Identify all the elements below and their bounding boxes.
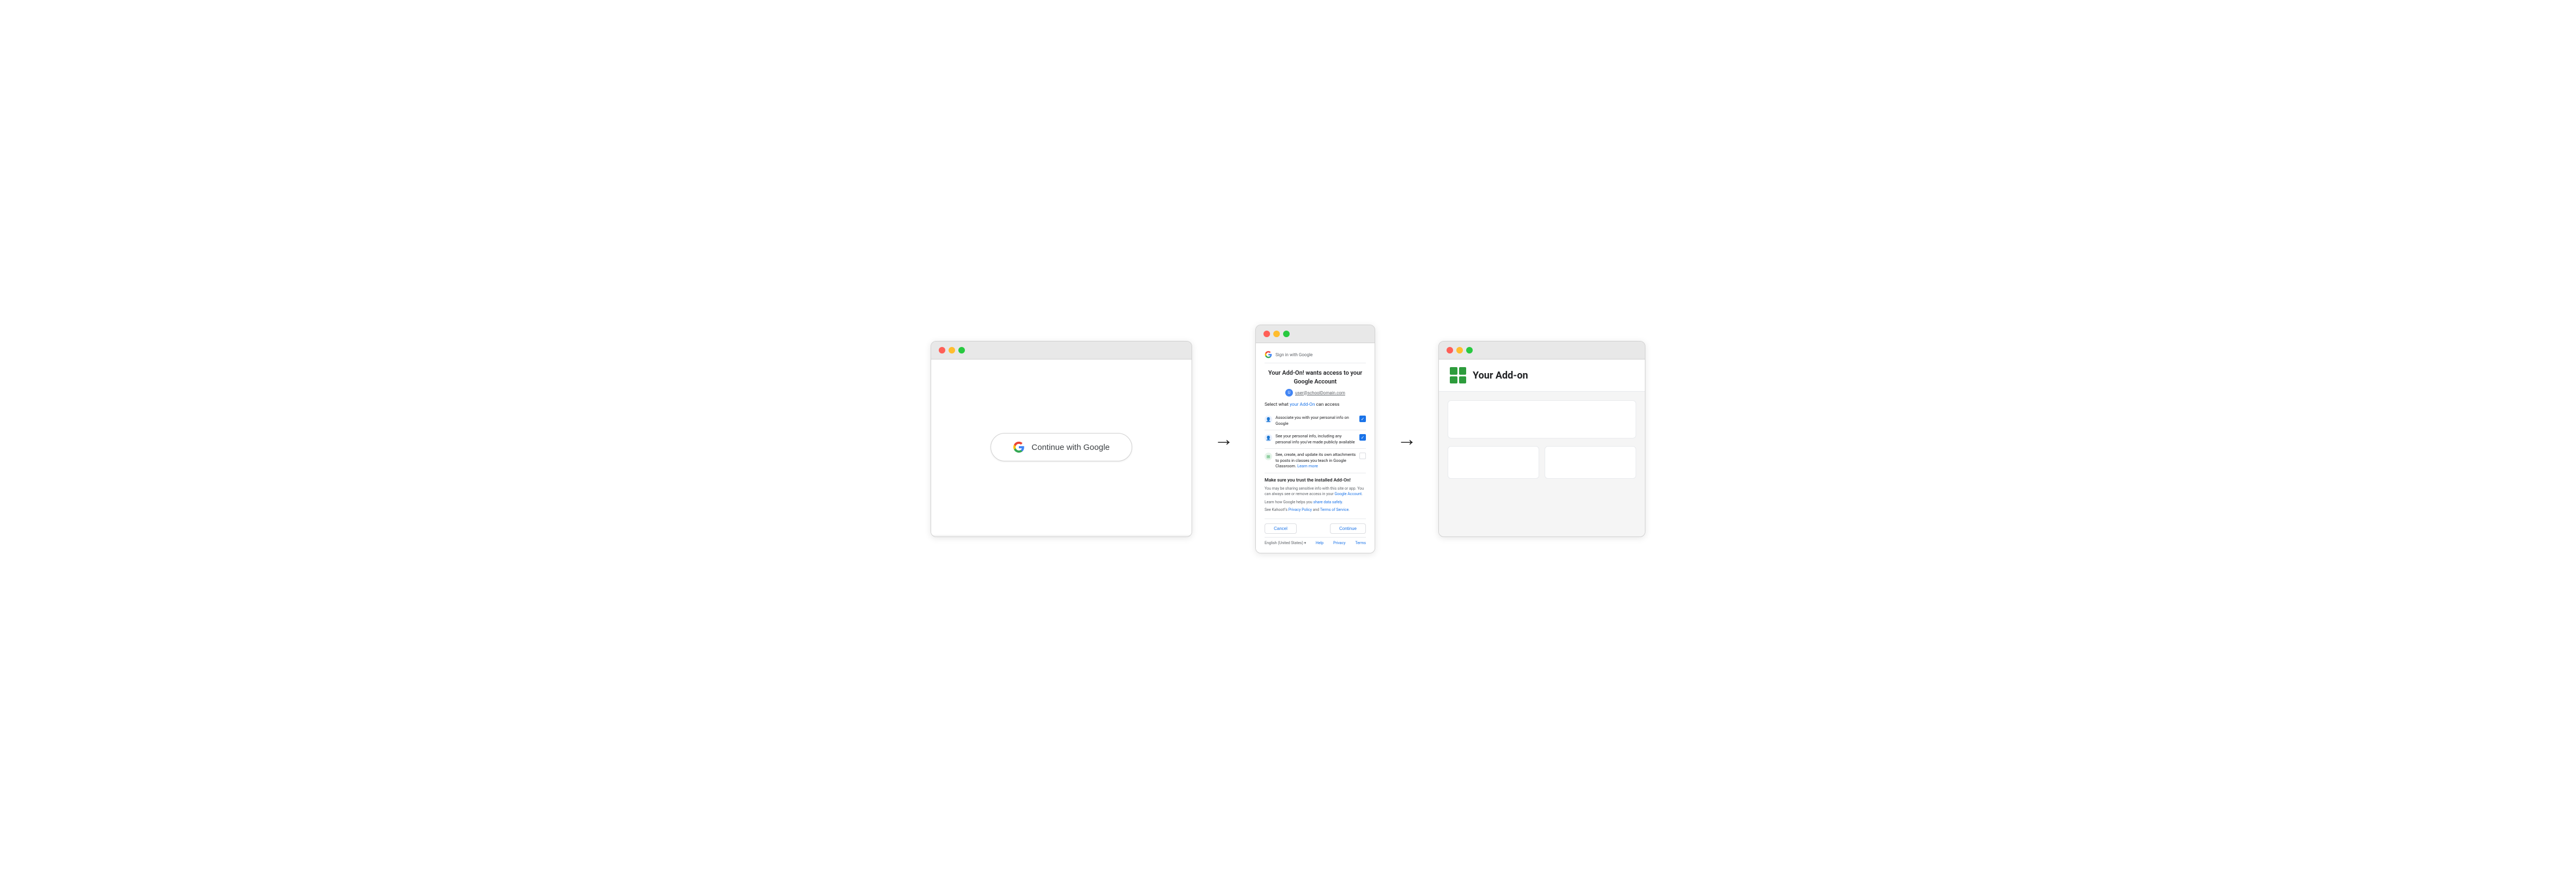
addon-cards-row <box>1448 446 1636 479</box>
permission-2-icon: 👤 <box>1265 434 1272 442</box>
permission-2-checkbox[interactable]: ✓ <box>1359 434 1366 441</box>
maximize-button-1[interactable] <box>958 347 965 353</box>
oauth-title: Your Add-On! wants access to your Google… <box>1265 369 1366 386</box>
permission-1-left: 👤 Associate you with your personal info … <box>1265 415 1356 426</box>
oauth-content: Sign in with Google Your Add-On! wants a… <box>1256 343 1375 552</box>
continue-with-google-button[interactable]: Continue with Google <box>991 433 1132 461</box>
arrow-2: → <box>1397 429 1417 449</box>
permission-3-text: See, create, and update its own attachme… <box>1275 452 1356 470</box>
browser-window-addon: Your Add-on <box>1438 341 1645 537</box>
oauth-footer-privacy[interactable]: Privacy <box>1333 541 1346 545</box>
oauth-trust-text-2: Learn how Google helps you share data sa… <box>1265 499 1366 505</box>
flow-container: Continue with Google → Sign <box>907 325 1669 553</box>
browser-window-oauth: Sign in with Google Your Add-On! wants a… <box>1255 325 1375 553</box>
addon-logo-cell-4 <box>1459 376 1467 384</box>
addon-body <box>1439 392 1645 487</box>
oauth-dialog: Sign in with Google Your Add-On! wants a… <box>1256 343 1375 552</box>
arrow-1: → <box>1214 429 1234 449</box>
oauth-actions: Cancel Continue <box>1265 519 1366 537</box>
addon-title: Your Add-on <box>1473 370 1528 381</box>
close-button-2[interactable] <box>1263 331 1270 337</box>
oauth-footer-language[interactable]: English (United States) ▾ <box>1265 541 1306 545</box>
addon-content: Your Add-on <box>1439 359 1645 535</box>
addon-logo-cell-1 <box>1450 367 1457 375</box>
minimize-button-3[interactable] <box>1456 347 1463 353</box>
addon-main-card <box>1448 400 1636 438</box>
signin-button-label: Continue with Google <box>1031 443 1109 452</box>
oauth-dialog-header: Sign in with Google <box>1265 351 1366 363</box>
user-avatar: U <box>1285 389 1293 397</box>
permission-1-text: Associate you with your personal info on… <box>1275 415 1356 426</box>
oauth-trust-text-1: You may be sharing sensitive info with t… <box>1265 486 1366 497</box>
addon-card-sm-2 <box>1545 446 1636 479</box>
browser-titlebar-1 <box>931 342 1192 359</box>
oauth-email-badge: U user@schoolDomain.com <box>1265 389 1366 397</box>
oauth-email: user@schoolDomain.com <box>1295 391 1345 395</box>
permission-2: 👤 See your personal info, including any … <box>1265 430 1366 449</box>
oauth-footer: English (United States) ▾ Help Privacy T… <box>1265 537 1366 547</box>
browser-titlebar-2 <box>1256 325 1375 343</box>
maximize-button-3[interactable] <box>1466 347 1473 353</box>
oauth-footer-terms[interactable]: Terms <box>1355 541 1366 545</box>
select-label-prefix: Select what <box>1265 402 1290 407</box>
select-label-suffix: can access <box>1315 402 1340 407</box>
addon-card-sm-1 <box>1448 446 1539 479</box>
oauth-header-text: Sign in with Google <box>1275 352 1313 357</box>
permission-3-icon: ⊞ <box>1265 453 1272 460</box>
addon-logo-cell-3 <box>1450 376 1457 384</box>
permission-3: ⊞ See, create, and update its own attach… <box>1265 449 1366 473</box>
permission-3-checkbox[interactable] <box>1359 453 1366 459</box>
addon-link[interactable]: your Add-On <box>1290 402 1315 407</box>
minimize-button-1[interactable] <box>949 347 955 353</box>
addon-logo-cell-2 <box>1459 367 1467 375</box>
close-button-3[interactable] <box>1447 347 1453 353</box>
maximize-button-2[interactable] <box>1283 331 1290 337</box>
permission-2-text: See your personal info, including any pe… <box>1275 434 1356 445</box>
oauth-trust-title: Make sure you trust the installed Add-On… <box>1265 478 1366 483</box>
browser-titlebar-3 <box>1439 342 1645 359</box>
close-button-1[interactable] <box>939 347 945 353</box>
permission-3-left: ⊞ See, create, and update its own attach… <box>1265 452 1356 470</box>
permission-1-checkbox[interactable]: ✓ <box>1359 416 1366 422</box>
oauth-trust-section: Make sure you trust the installed Add-On… <box>1265 473 1366 519</box>
permission-1: 👤 Associate you with your personal info … <box>1265 412 1366 430</box>
minimize-button-2[interactable] <box>1273 331 1280 337</box>
addon-app-header: Your Add-on <box>1439 359 1645 392</box>
oauth-trust-text-3: See Kahoot!'s Privacy Policy and Terms o… <box>1265 507 1366 513</box>
browser-window-login: Continue with Google <box>931 341 1192 537</box>
permission-2-left: 👤 See your personal info, including any … <box>1265 434 1356 445</box>
oauth-continue-button[interactable]: Continue <box>1330 523 1366 534</box>
login-content: Continue with Google <box>931 359 1192 535</box>
addon-logo <box>1450 367 1466 383</box>
oauth-footer-help[interactable]: Help <box>1316 541 1323 545</box>
oauth-cancel-button[interactable]: Cancel <box>1265 523 1297 534</box>
permission-1-icon: 👤 <box>1265 416 1272 423</box>
google-logo-icon <box>1265 351 1272 358</box>
oauth-select-label: Select what your Add-On can access <box>1265 402 1366 407</box>
google-g-icon <box>1013 441 1025 453</box>
